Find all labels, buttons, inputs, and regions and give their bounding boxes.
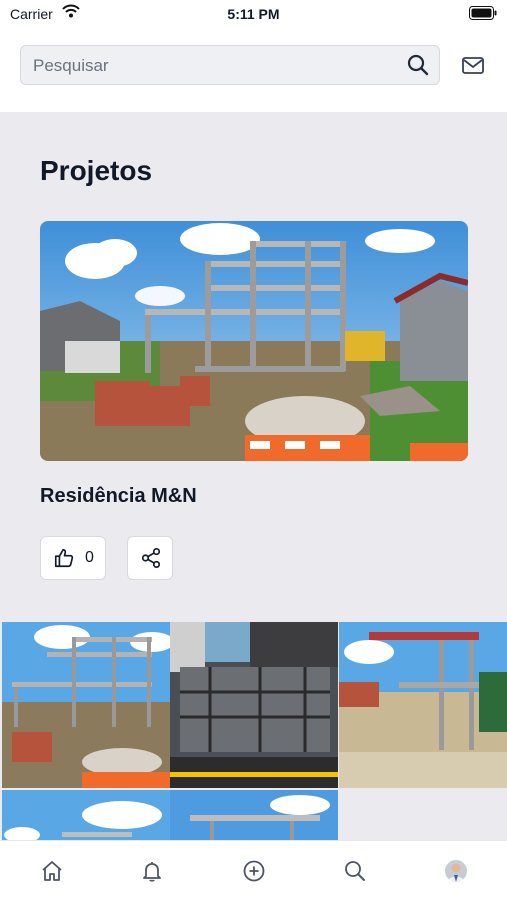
tab-notifications[interactable] — [140, 859, 164, 883]
share-icon — [141, 548, 161, 568]
tab-search[interactable] — [343, 859, 367, 883]
top-bar — [0, 30, 507, 113]
bell-icon — [143, 862, 161, 882]
search-icon[interactable] — [407, 54, 429, 81]
mail-icon[interactable] — [462, 57, 484, 79]
clock: 5:11 PM — [227, 6, 280, 22]
plus-circle-icon — [243, 860, 265, 882]
photo-grid — [0, 622, 507, 840]
tab-add[interactable] — [242, 859, 266, 883]
page-title: Projetos — [40, 155, 153, 186]
like-button[interactable]: 0 — [40, 536, 106, 580]
battery-icon — [469, 6, 497, 25]
photo-thumbnail[interactable] — [2, 622, 170, 788]
search-input[interactable] — [31, 46, 395, 86]
photo-thumbnail[interactable] — [2, 790, 170, 840]
project-cover-image[interactable] — [40, 221, 468, 461]
tab-home[interactable] — [40, 859, 64, 883]
photo-thumbnail[interactable] — [170, 790, 338, 840]
search-icon — [345, 861, 365, 881]
thumbs-up-icon — [54, 548, 74, 568]
like-count: 0 — [85, 549, 94, 566]
photo-thumbnail[interactable] — [339, 622, 507, 788]
main-content: Projetos Residência M&N 0 — [0, 112, 507, 840]
photo-thumbnail[interactable] — [170, 622, 338, 788]
bottom-tab-bar — [0, 840, 507, 901]
share-button[interactable] — [127, 536, 173, 580]
status-bar: Carrier 5:11 PM — [0, 0, 507, 30]
project-title: Residência M&N — [40, 485, 197, 507]
search-bar[interactable] — [20, 45, 440, 86]
home-icon — [42, 861, 62, 881]
avatar[interactable] — [445, 860, 467, 882]
